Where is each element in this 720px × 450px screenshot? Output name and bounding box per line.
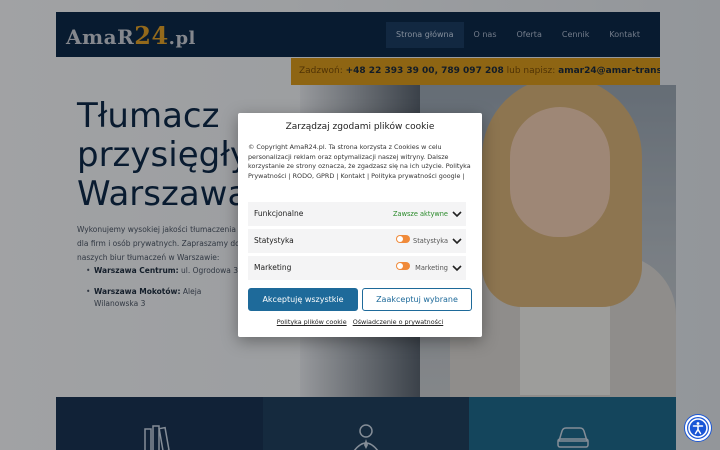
cookie-category-statistics[interactable]: Statystyka Statystyka [248, 229, 466, 253]
toggle-label: Marketing [415, 264, 448, 272]
cookie-policy-link[interactable]: Polityka plików cookie [277, 318, 347, 326]
chevron-down-icon[interactable] [452, 263, 462, 273]
toggle-label: Statystyka [413, 237, 448, 245]
cookie-dialog-links: Polityka plików cookie Oświadczenie o pr… [238, 318, 482, 326]
accept-all-button[interactable]: Akceptuję wszystkie [248, 288, 358, 311]
cookie-consent-dialog: Zarządzaj zgodami plików cookie © Copyri… [238, 113, 482, 337]
accessibility-button[interactable] [685, 415, 711, 441]
save-preferences-button[interactable]: Zaakceptuj wybrane [362, 288, 472, 311]
cookie-category-marketing[interactable]: Marketing Marketing [248, 256, 466, 280]
statistics-toggle[interactable] [396, 235, 410, 243]
always-active-label: Zawsze aktywne [393, 210, 448, 218]
cookie-category-functional[interactable]: Funkcjonalne Zawsze aktywne [248, 202, 466, 226]
category-label: Marketing [254, 263, 292, 272]
cookie-categories: Funkcjonalne Zawsze aktywne Statystyka S… [248, 202, 466, 283]
privacy-statement-link[interactable]: Oświadczenie o prywatności [353, 318, 444, 326]
category-label: Funkcjonalne [254, 209, 304, 218]
cookie-dialog-title: Zarządzaj zgodami plików cookie [285, 122, 435, 132]
marketing-toggle[interactable] [396, 262, 410, 270]
chevron-down-icon[interactable] [452, 209, 462, 219]
cookie-dialog-description: © Copyright AmaR24.pl. Ta strona korzyst… [248, 143, 471, 180]
chevron-down-icon[interactable] [452, 236, 462, 246]
category-label: Statystyka [254, 236, 294, 245]
accessibility-icon [688, 418, 708, 438]
